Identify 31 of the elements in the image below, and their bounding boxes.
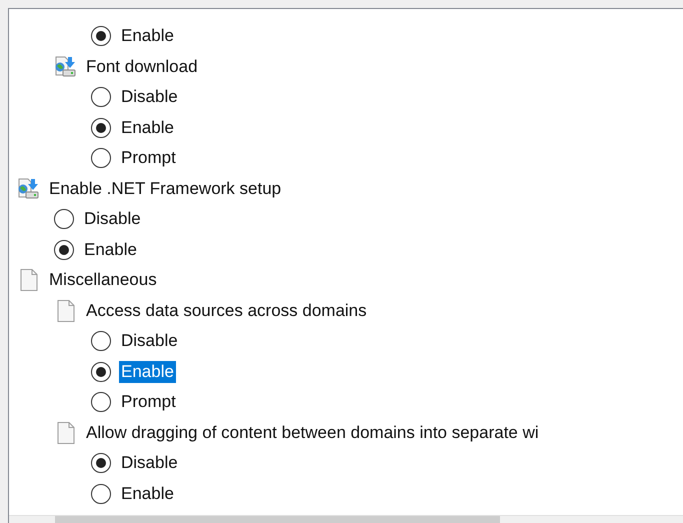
setting-label: Miscellaneous	[48, 269, 158, 292]
radio-button[interactable]	[91, 87, 111, 108]
radio-button[interactable]	[54, 209, 74, 230]
option-label: Disable	[120, 330, 179, 352]
option-label: Enable	[83, 238, 138, 261]
radio-button[interactable]	[91, 484, 111, 504]
option-label: Prompt	[120, 391, 177, 414]
radio-button[interactable]	[91, 392, 111, 412]
option-label: Enable	[119, 360, 176, 383]
scrollbar-thumb[interactable]	[55, 516, 500, 523]
option-label: Disable	[83, 208, 142, 230]
radio-button[interactable]	[91, 118, 111, 138]
download-settings-icon	[17, 178, 41, 200]
setting-label: Font download	[85, 56, 199, 78]
option-label: Disable	[120, 86, 179, 108]
setting-label: Enable .NET Framework setup	[48, 178, 282, 200]
radio-button[interactable]	[91, 331, 111, 352]
radio-button[interactable]	[91, 26, 111, 46]
option-label: Prompt	[120, 147, 177, 170]
radio-button[interactable]	[91, 362, 111, 382]
option-label: Enable	[120, 25, 175, 48]
radio-button[interactable]	[91, 453, 111, 474]
option-label: Enable	[120, 116, 175, 139]
radio-button[interactable]	[91, 148, 111, 168]
option-label: Enable	[120, 482, 175, 505]
download-settings-icon	[54, 56, 78, 78]
setting-label: Allow dragging of content between domains into separate wi	[85, 422, 540, 444]
radio-button[interactable]	[54, 240, 74, 260]
horizontal-scrollbar[interactable]	[9, 515, 683, 523]
setting-label: Access data sources across domains	[85, 300, 368, 322]
option-label: Disable	[120, 452, 179, 474]
